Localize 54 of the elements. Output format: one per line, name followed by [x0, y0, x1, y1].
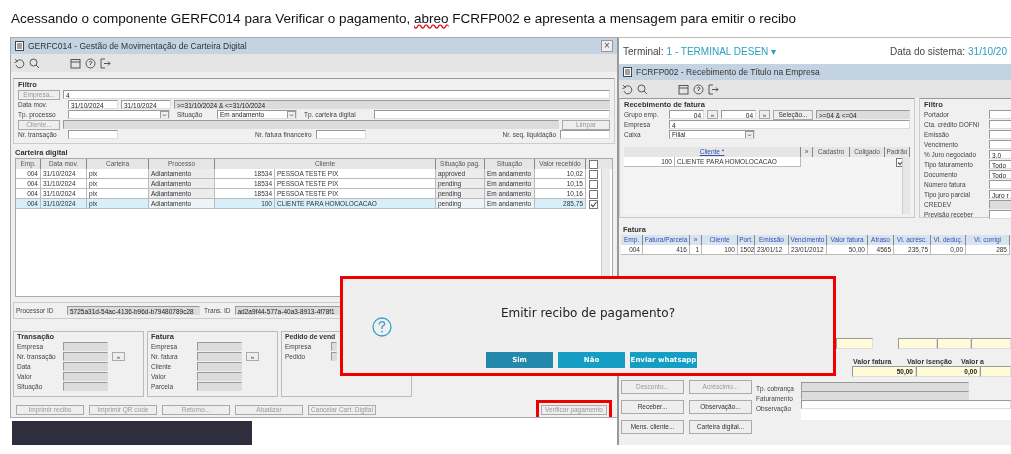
- checkbox[interactable]: [589, 199, 598, 209]
- calendar-icon[interactable]: [678, 83, 689, 95]
- exit-icon[interactable]: [708, 83, 719, 95]
- input-field[interactable]: [63, 352, 108, 361]
- system-date: 31/10/20: [968, 45, 1007, 57]
- window-title: FCRFP002 - Recebimento de Título na Empresa: [636, 67, 820, 77]
- checkbox[interactable]: [589, 169, 598, 179]
- date-label: Data do sistema:: [890, 45, 966, 57]
- input-field[interactable]: [801, 391, 969, 400]
- input-field[interactable]: [801, 382, 969, 391]
- document-icon: [15, 41, 24, 51]
- calendar-icon[interactable]: [70, 57, 81, 69]
- input-field[interactable]: [801, 400, 1011, 409]
- input-field[interactable]: [68, 130, 118, 139]
- input-field[interactable]: [836, 338, 873, 349]
- search-icon[interactable]: [637, 83, 648, 95]
- input-field[interactable]: [197, 352, 242, 361]
- input-field[interactable]: [63, 362, 108, 371]
- input-field[interactable]: [197, 382, 242, 391]
- exit-icon[interactable]: [100, 57, 111, 69]
- input-field[interactable]: [197, 372, 242, 381]
- input-field[interactable]: [197, 362, 242, 371]
- dropdown-field[interactable]: [68, 110, 170, 119]
- checkbox[interactable]: [589, 189, 598, 199]
- input-field[interactable]: [63, 372, 108, 381]
- window-title: GERFC014 - Gestão de Movimentação de Carteira Digital: [28, 41, 247, 51]
- input-field[interactable]: [63, 382, 108, 391]
- input-field[interactable]: [197, 342, 242, 351]
- search-icon[interactable]: [29, 57, 40, 69]
- input-field[interactable]: [374, 110, 610, 119]
- input-field[interactable]: [560, 130, 610, 139]
- dropdown-arrow-icon[interactable]: [287, 111, 296, 118]
- help-icon[interactable]: [85, 57, 96, 69]
- input-field[interactable]: [971, 338, 1011, 349]
- help-icon[interactable]: [693, 83, 704, 95]
- input-field[interactable]: [63, 342, 108, 351]
- question-icon: [372, 317, 392, 337]
- close-button[interactable]: ×: [601, 40, 613, 52]
- input-field[interactable]: [63, 120, 559, 129]
- terminal-label: Terminal:: [623, 45, 664, 57]
- checkbox[interactable]: [589, 159, 598, 169]
- input-field[interactable]: [980, 366, 1011, 377]
- dropdown-arrow-icon[interactable]: [745, 131, 754, 138]
- scrollbar[interactable]: [902, 157, 910, 214]
- document-icon: [623, 67, 632, 77]
- input-field[interactable]: [315, 130, 366, 139]
- checkbox[interactable]: [589, 179, 598, 189]
- input-field[interactable]: [937, 338, 971, 349]
- undo-icon[interactable]: [622, 83, 633, 95]
- dialog-message: Emitir recibo de pagamento?: [500, 306, 676, 320]
- input-field[interactable]: [898, 338, 937, 349]
- caption-text: Acessando o componente GERFC014 para Verificar o pagamento, abreo FCRFP002 e apresenta a mensagem para emitir o recibo: [11, 11, 796, 26]
- dropdown-arrow-icon[interactable]: [160, 111, 169, 118]
- undo-icon[interactable]: [14, 57, 25, 69]
